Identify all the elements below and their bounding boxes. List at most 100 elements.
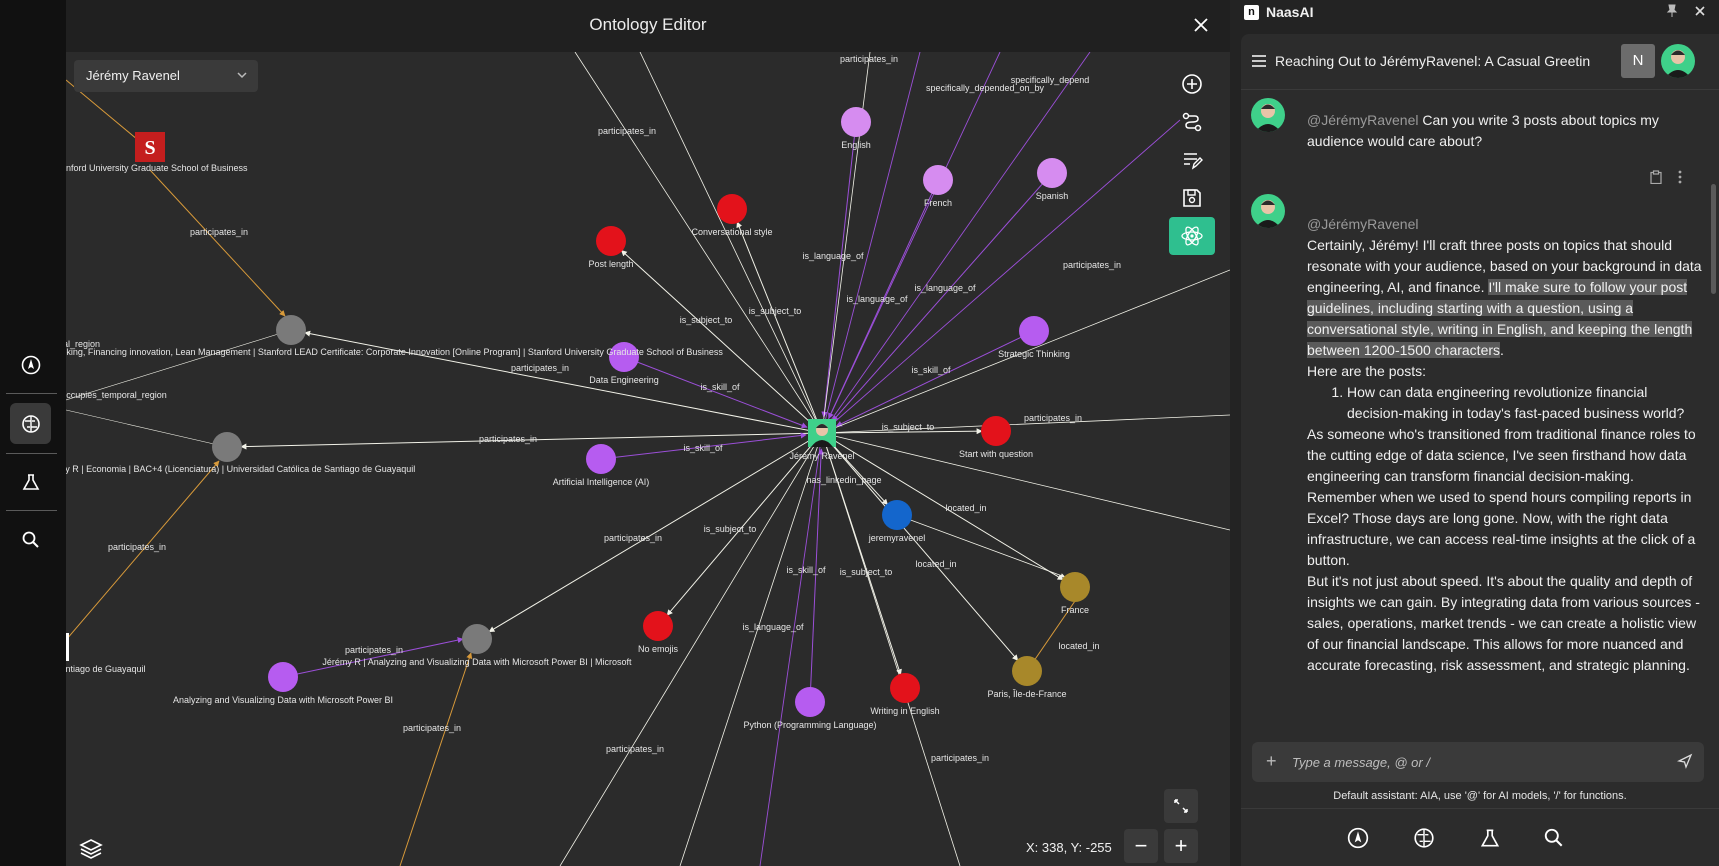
zoom-in-button[interactable]: + [1164,829,1198,863]
node-circle[interactable] [212,432,242,462]
entity-select[interactable]: Jérémy Ravenel [74,60,258,92]
assistant-panel: n NaasAI Reaching Out to JérémyRavenel: … [1230,0,1719,866]
graph-edge[interactable] [821,119,1181,434]
node-circle[interactable] [890,673,920,703]
flask-icon[interactable] [10,461,51,502]
brain-icon[interactable] [10,403,51,444]
edge-label: has_linkedin_page [806,475,881,485]
node-circle[interactable] [276,315,306,345]
node-circle[interactable] [643,611,673,641]
graph-node[interactable]: Jérémy Ravenel [789,419,855,461]
edge-label: occupies_temporal_region [66,390,167,400]
node-circle[interactable] [795,687,825,717]
node-circle[interactable] [268,662,298,692]
graph-node[interactable]: Writing in English [870,673,940,716]
message-intro: Certainly, Jérémy! I'll craft three post… [1307,235,1702,361]
graph-edge[interactable] [821,432,961,866]
graph-edge[interactable] [66,409,228,448]
pin-icon[interactable] [1665,4,1679,23]
graph-node[interactable]: Python (Programming Language) [743,687,877,730]
graph-canvas[interactable]: participates_inspecifically_dependspecif… [66,52,1230,866]
graph-edge[interactable] [149,169,286,317]
graph-node[interactable] [276,315,306,345]
more-vertical-icon[interactable] [1677,170,1683,189]
graph-node[interactable]: Analyzing and Visualizing Data with Micr… [173,662,393,705]
graph-node[interactable]: Start with question [959,416,1033,459]
layers-icon[interactable] [78,836,104,862]
graph-edge[interactable] [821,432,1019,661]
chat-title: Reaching Out to JérémyRavenel: A Casual … [1275,53,1591,69]
menu-icon[interactable] [1251,54,1267,73]
save-icon[interactable] [1169,179,1215,217]
graph-node[interactable]: jeremyravenel [868,500,926,543]
partial-logo[interactable] [66,633,69,661]
node-circle[interactable] [586,444,616,474]
add-node-icon[interactable] [1169,65,1215,103]
node-circle[interactable] [596,226,626,256]
atom-icon[interactable] [1169,217,1215,255]
edge-label: is_skill_of [683,443,723,453]
graph-node[interactable]: Artificial Intelligence (AI) [553,444,650,487]
plus-icon[interactable]: + [1266,751,1277,772]
node-circle[interactable] [841,107,871,137]
chat-header: Reaching Out to JérémyRavenel: A Casual … [1241,34,1719,90]
message-paragraph: But it's not just about speed. It's abou… [1307,573,1700,673]
node-label: No emojis [638,644,679,654]
fit-view-icon[interactable] [1164,789,1198,823]
graph-node[interactable]: France [1060,572,1090,615]
user-avatar[interactable] [1661,44,1695,78]
model-badge[interactable]: N [1621,44,1655,78]
node-circle[interactable] [1012,656,1042,686]
graph-node[interactable]: French [923,165,953,208]
flask-icon[interactable] [1479,827,1503,851]
compass-icon[interactable] [10,344,51,385]
connect-edge-icon[interactable] [1169,103,1215,141]
graph-node[interactable]: Strategic Thinking [998,316,1070,359]
node-circle[interactable] [1060,572,1090,602]
graph-edge[interactable] [821,121,857,418]
edge-label: located_in [945,503,986,513]
clipboard-icon[interactable] [1649,170,1663,189]
graph-node[interactable] [212,432,242,462]
graph-edge[interactable] [821,52,921,434]
graph-node[interactable]: Paris, Île-de-France [987,656,1067,699]
edge-label: is_subject_to [749,306,802,316]
graph-edge[interactable] [679,432,823,866]
graph-node[interactable]: Conversational style [691,194,773,237]
node-circle[interactable] [882,500,912,530]
compass-icon[interactable] [1347,827,1371,851]
node-circle[interactable] [717,194,747,224]
scrollbar[interactable] [1711,184,1716,294]
stanford-logo[interactable]: S [135,132,165,162]
node-label: Stanford University Graduate School of B… [66,163,248,173]
close-icon[interactable] [1190,14,1212,36]
node-label: Conversational style [691,227,772,237]
edge-label: participates_in [1024,413,1082,423]
send-icon[interactable] [1676,753,1695,771]
node-circle[interactable] [1037,158,1067,188]
graph-edge[interactable] [835,330,1035,427]
search-icon[interactable] [10,519,51,560]
graph-edge[interactable] [809,448,825,703]
node-label: Strategic Thinking [998,349,1070,359]
graph-edge[interactable] [559,432,823,866]
edit-list-icon[interactable] [1169,141,1215,179]
edge-label: is_language_of [846,294,908,304]
graph-edge[interactable] [639,52,823,434]
node-circle[interactable] [1019,316,1049,346]
message-input[interactable] [1292,742,1672,782]
graph-edge[interactable] [399,652,473,866]
graph-node[interactable]: English [841,107,871,150]
node-circle[interactable] [981,416,1011,446]
node-circle[interactable] [923,165,953,195]
graph-node[interactable] [462,624,492,654]
zoom-out-button[interactable]: − [1124,829,1158,863]
search-icon[interactable] [1543,827,1567,851]
graph-node[interactable]: No emojis [638,611,679,654]
app-bar: n NaasAI [1230,0,1719,24]
graph-node[interactable]: Spanish [1036,158,1069,201]
graph-node[interactable]: Post length [588,226,634,269]
brain-icon[interactable] [1413,827,1437,851]
close-icon[interactable] [1693,4,1707,23]
node-circle[interactable] [462,624,492,654]
